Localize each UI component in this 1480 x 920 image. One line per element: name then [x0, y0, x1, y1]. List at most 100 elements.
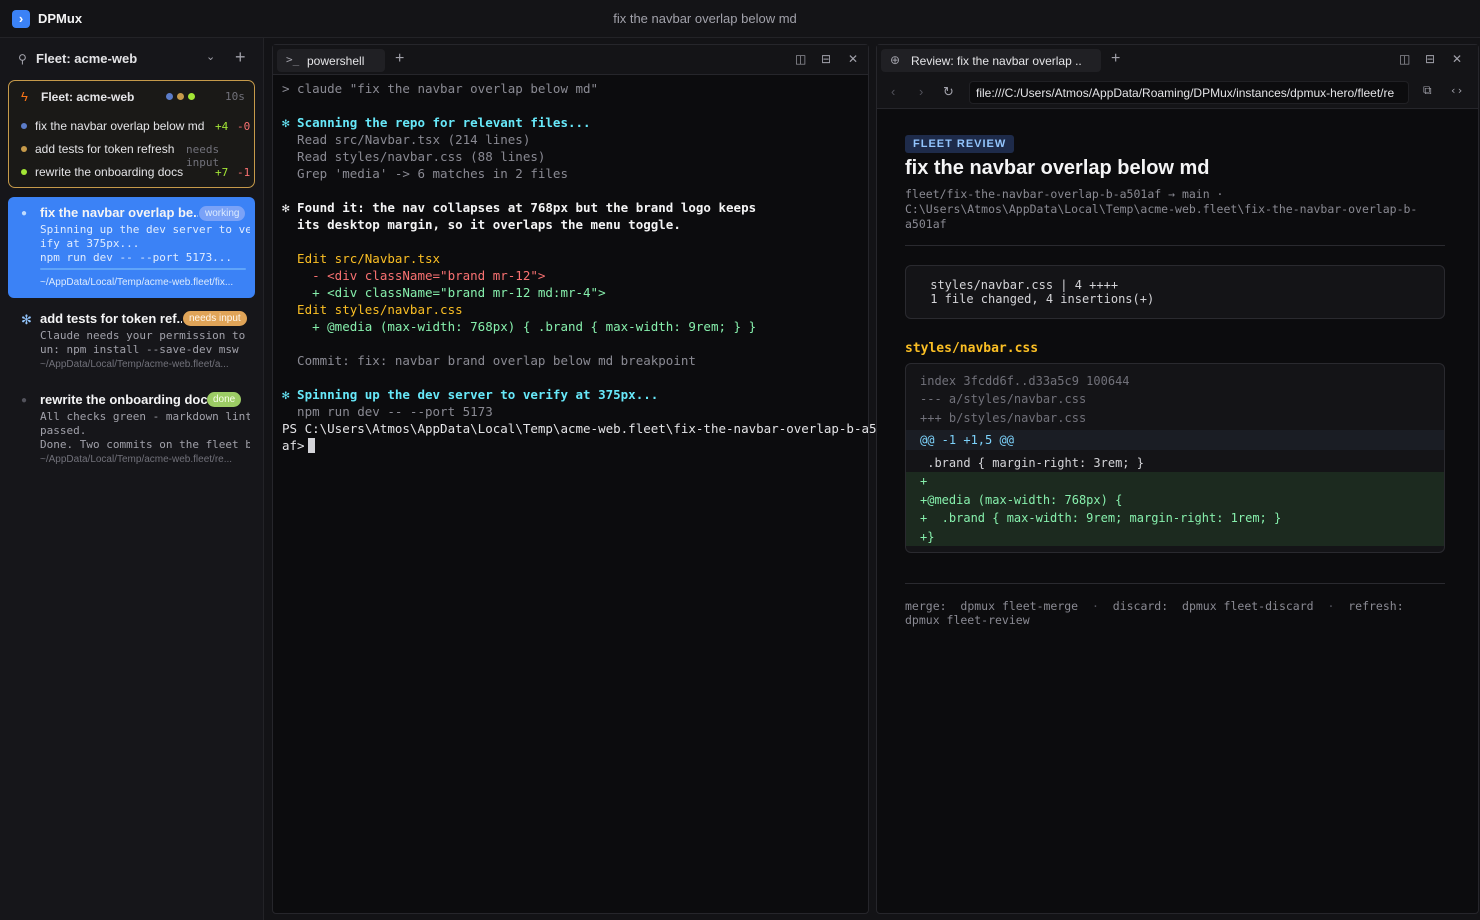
status-badge: working [199, 206, 246, 221]
split-vertical-icon[interactable]: ◫ [1399, 52, 1410, 66]
close-icon[interactable]: ✕ [848, 52, 858, 66]
task-card[interactable]: ● rewrite the onboarding docs done All c… [8, 387, 255, 469]
terminal-prompt-line: af> [282, 438, 315, 453]
fleet-row[interactable]: rewrite the onboarding docs +7 -1 [19, 163, 251, 183]
deletions-count: -1 [237, 166, 251, 179]
terminal-line: Read styles/navbar.css (88 lines) [282, 149, 546, 164]
task-preview-line: Spinning up the dev server to ver [40, 223, 250, 236]
split-horizontal-icon[interactable]: ⊟ [821, 52, 831, 66]
fleet-row-label: add tests for token refresh [35, 142, 175, 156]
diffstat-box: styles/navbar.css | 4 ++++ 1 file change… [905, 265, 1445, 319]
new-tab-icon[interactable]: + [395, 50, 404, 68]
task-card[interactable]: ✻ add tests for token ref... needs input… [8, 306, 255, 378]
fleet-row-label: fix the navbar overlap below md [35, 119, 205, 133]
terminal-line: its desktop margin, so it overlaps the m… [282, 217, 681, 232]
terminal-line: Grep 'media' -> 6 matches in 2 files [282, 166, 568, 181]
separator: · [1091, 599, 1099, 613]
terminal-prompt-line: PS C:\Users\Atmos\AppData\Local\Temp\acm… [282, 421, 892, 436]
task-preview-line: ify at 375px... [40, 237, 140, 250]
terminal-line: ✻ Found it: the nav collapses at 768px b… [282, 200, 757, 215]
split-vertical-icon[interactable]: ◫ [795, 52, 806, 66]
meta-line: C:\Users\Atmos\AppData\Local\Temp\acme-w… [905, 202, 1418, 216]
tab-powershell[interactable]: >_ powershell [277, 49, 385, 72]
url-input[interactable]: file:///C:/Users/Atmos/AppData/Roaming/D… [969, 81, 1409, 104]
status-badge: done [207, 392, 242, 407]
back-icon[interactable]: ‹ [891, 84, 895, 99]
discard-command[interactable]: dpmux fleet-discard [1182, 599, 1314, 613]
tab-label: Review: fix the navbar overlap ... [911, 54, 1081, 68]
fleet-review-badge: FLEET REVIEW [905, 135, 1015, 153]
terminal-icon: >_ [286, 53, 300, 66]
task-path: ~/AppData/Local/Temp/acme-web.fleet/re..… [40, 454, 233, 465]
diff-line-added: +} [920, 530, 935, 544]
sidebar: ⚲ Fleet: acme-web ⌄ + ϟ Fleet: acme-web … [0, 38, 264, 920]
task-preview-line: All checks green - markdown lint [40, 410, 250, 423]
terminal-line: ✻ Scanning the repo for relevant files..… [282, 115, 591, 130]
address-bar: ‹ › ↻ file:///C:/Users/Atmos/AppData/Roa… [877, 75, 1478, 109]
file-heading: styles/navbar.css [905, 341, 1039, 356]
terminal-line: npm run dev -- --port 5173 [282, 404, 493, 419]
close-icon[interactable]: ✕ [1452, 52, 1462, 66]
meta-line: a501af [905, 217, 947, 231]
window-title: fix the navbar overlap below md [613, 11, 797, 26]
prompt-text: af> [282, 438, 305, 453]
title-bar: › DPMux fix the navbar overlap below md [0, 0, 1480, 38]
task-path: ~/AppData/Local/Temp/acme-web.fleet/fix.… [40, 277, 234, 288]
refresh-label: refresh: [1348, 599, 1404, 613]
fleet-row-label: rewrite the onboarding docs [35, 165, 184, 179]
task-path: ~/AppData/Local/Temp/acme-web.fleet/a... [40, 359, 229, 370]
diff-viewer: index 3fcdd6f..d33a5c9 100644 --- a/styl… [905, 363, 1445, 553]
asterisk-icon: ✻ [21, 312, 32, 327]
devtools-icon[interactable]: ‹› [1450, 84, 1463, 97]
tab-review[interactable]: ⊕ Review: fix the navbar overlap ... [881, 49, 1101, 72]
status-badge: needs input [183, 311, 247, 326]
split-horizontal-icon[interactable]: ⊟ [1425, 52, 1435, 66]
fleet-elapsed-time: 10s [225, 90, 245, 103]
diff-line: index 3fcdd6f..d33a5c9 100644 [920, 374, 1130, 388]
task-status-icon: ● [21, 395, 28, 406]
fleet-row[interactable]: fix the navbar overlap below md +4 -0 [19, 117, 251, 137]
task-preview-line: npm run dev -- --port 5173... [40, 251, 233, 264]
status-dot [188, 93, 195, 100]
new-tab-icon[interactable]: + [1111, 50, 1120, 68]
terminal-pane: >_ powershell + ◫ ⊟ ✕ > claude "fix the … [272, 44, 892, 914]
refresh-command[interactable]: dpmux fleet-review [905, 613, 1030, 627]
globe-icon: ⊕ [890, 53, 901, 67]
open-external-icon[interactable]: ⧉ [1423, 83, 1432, 98]
status-dot [166, 93, 173, 100]
sidebar-header: ⚲ Fleet: acme-web ⌄ + [0, 38, 264, 80]
fleet-selector-label[interactable]: Fleet: acme-web [36, 51, 137, 66]
task-title: rewrite the onboarding docs [40, 392, 210, 407]
review-tab-bar: ⊕ Review: fix the navbar overlap ... + ◫… [877, 45, 1478, 75]
review-meta: fleet/fix-the-navbar-overlap-b-a501af → … [905, 187, 1445, 232]
terminal-line: > claude "fix the navbar overlap below m… [282, 81, 599, 96]
bolt-icon: ϟ [21, 89, 28, 104]
terminal-line: + <div className="brand mr-12 md:mr-4"> [282, 285, 606, 300]
fleet-summary-card[interactable]: ϟ Fleet: acme-web 10s fix the navbar ove… [8, 80, 255, 188]
forward-icon[interactable]: › [919, 84, 923, 99]
status-dot [21, 146, 27, 152]
refresh-icon[interactable]: ↻ [943, 84, 954, 100]
add-task-icon[interactable]: + [235, 47, 246, 68]
chevron-down-icon[interactable]: ⌄ [206, 50, 215, 63]
divider [905, 245, 1445, 246]
terminal-cursor [307, 438, 315, 453]
terminal-line: Commit: fix: navbar brand overlap below … [282, 353, 696, 368]
terminal-line: Edit src/Navbar.tsx [282, 251, 441, 266]
merge-command[interactable]: dpmux fleet-merge [960, 599, 1078, 613]
progress-bar [40, 268, 246, 270]
insertions-count: +4 [215, 120, 229, 133]
diffstat-line: styles/navbar.css | 4 ++++ [923, 278, 1119, 292]
discard-label: discard: [1112, 599, 1169, 613]
fleet-row[interactable]: add tests for token refresh needs input [19, 140, 251, 169]
divider [905, 583, 1445, 584]
tab-label: powershell [307, 54, 365, 68]
task-preview-line: Claude needs your permission to r [40, 329, 250, 342]
fleet-card-title: Fleet: acme-web [41, 90, 135, 104]
separator: · [1327, 599, 1335, 613]
terminal-line: Read src/Navbar.tsx (214 lines) [282, 132, 531, 147]
status-dot [21, 123, 27, 129]
terminal-line: Edit styles/navbar.css [282, 302, 463, 317]
review-footer: merge: dpmux fleet-merge · discard: dpmu… [905, 599, 1445, 627]
task-card-selected[interactable]: ● fix the navbar overlap be... working S… [8, 197, 255, 298]
